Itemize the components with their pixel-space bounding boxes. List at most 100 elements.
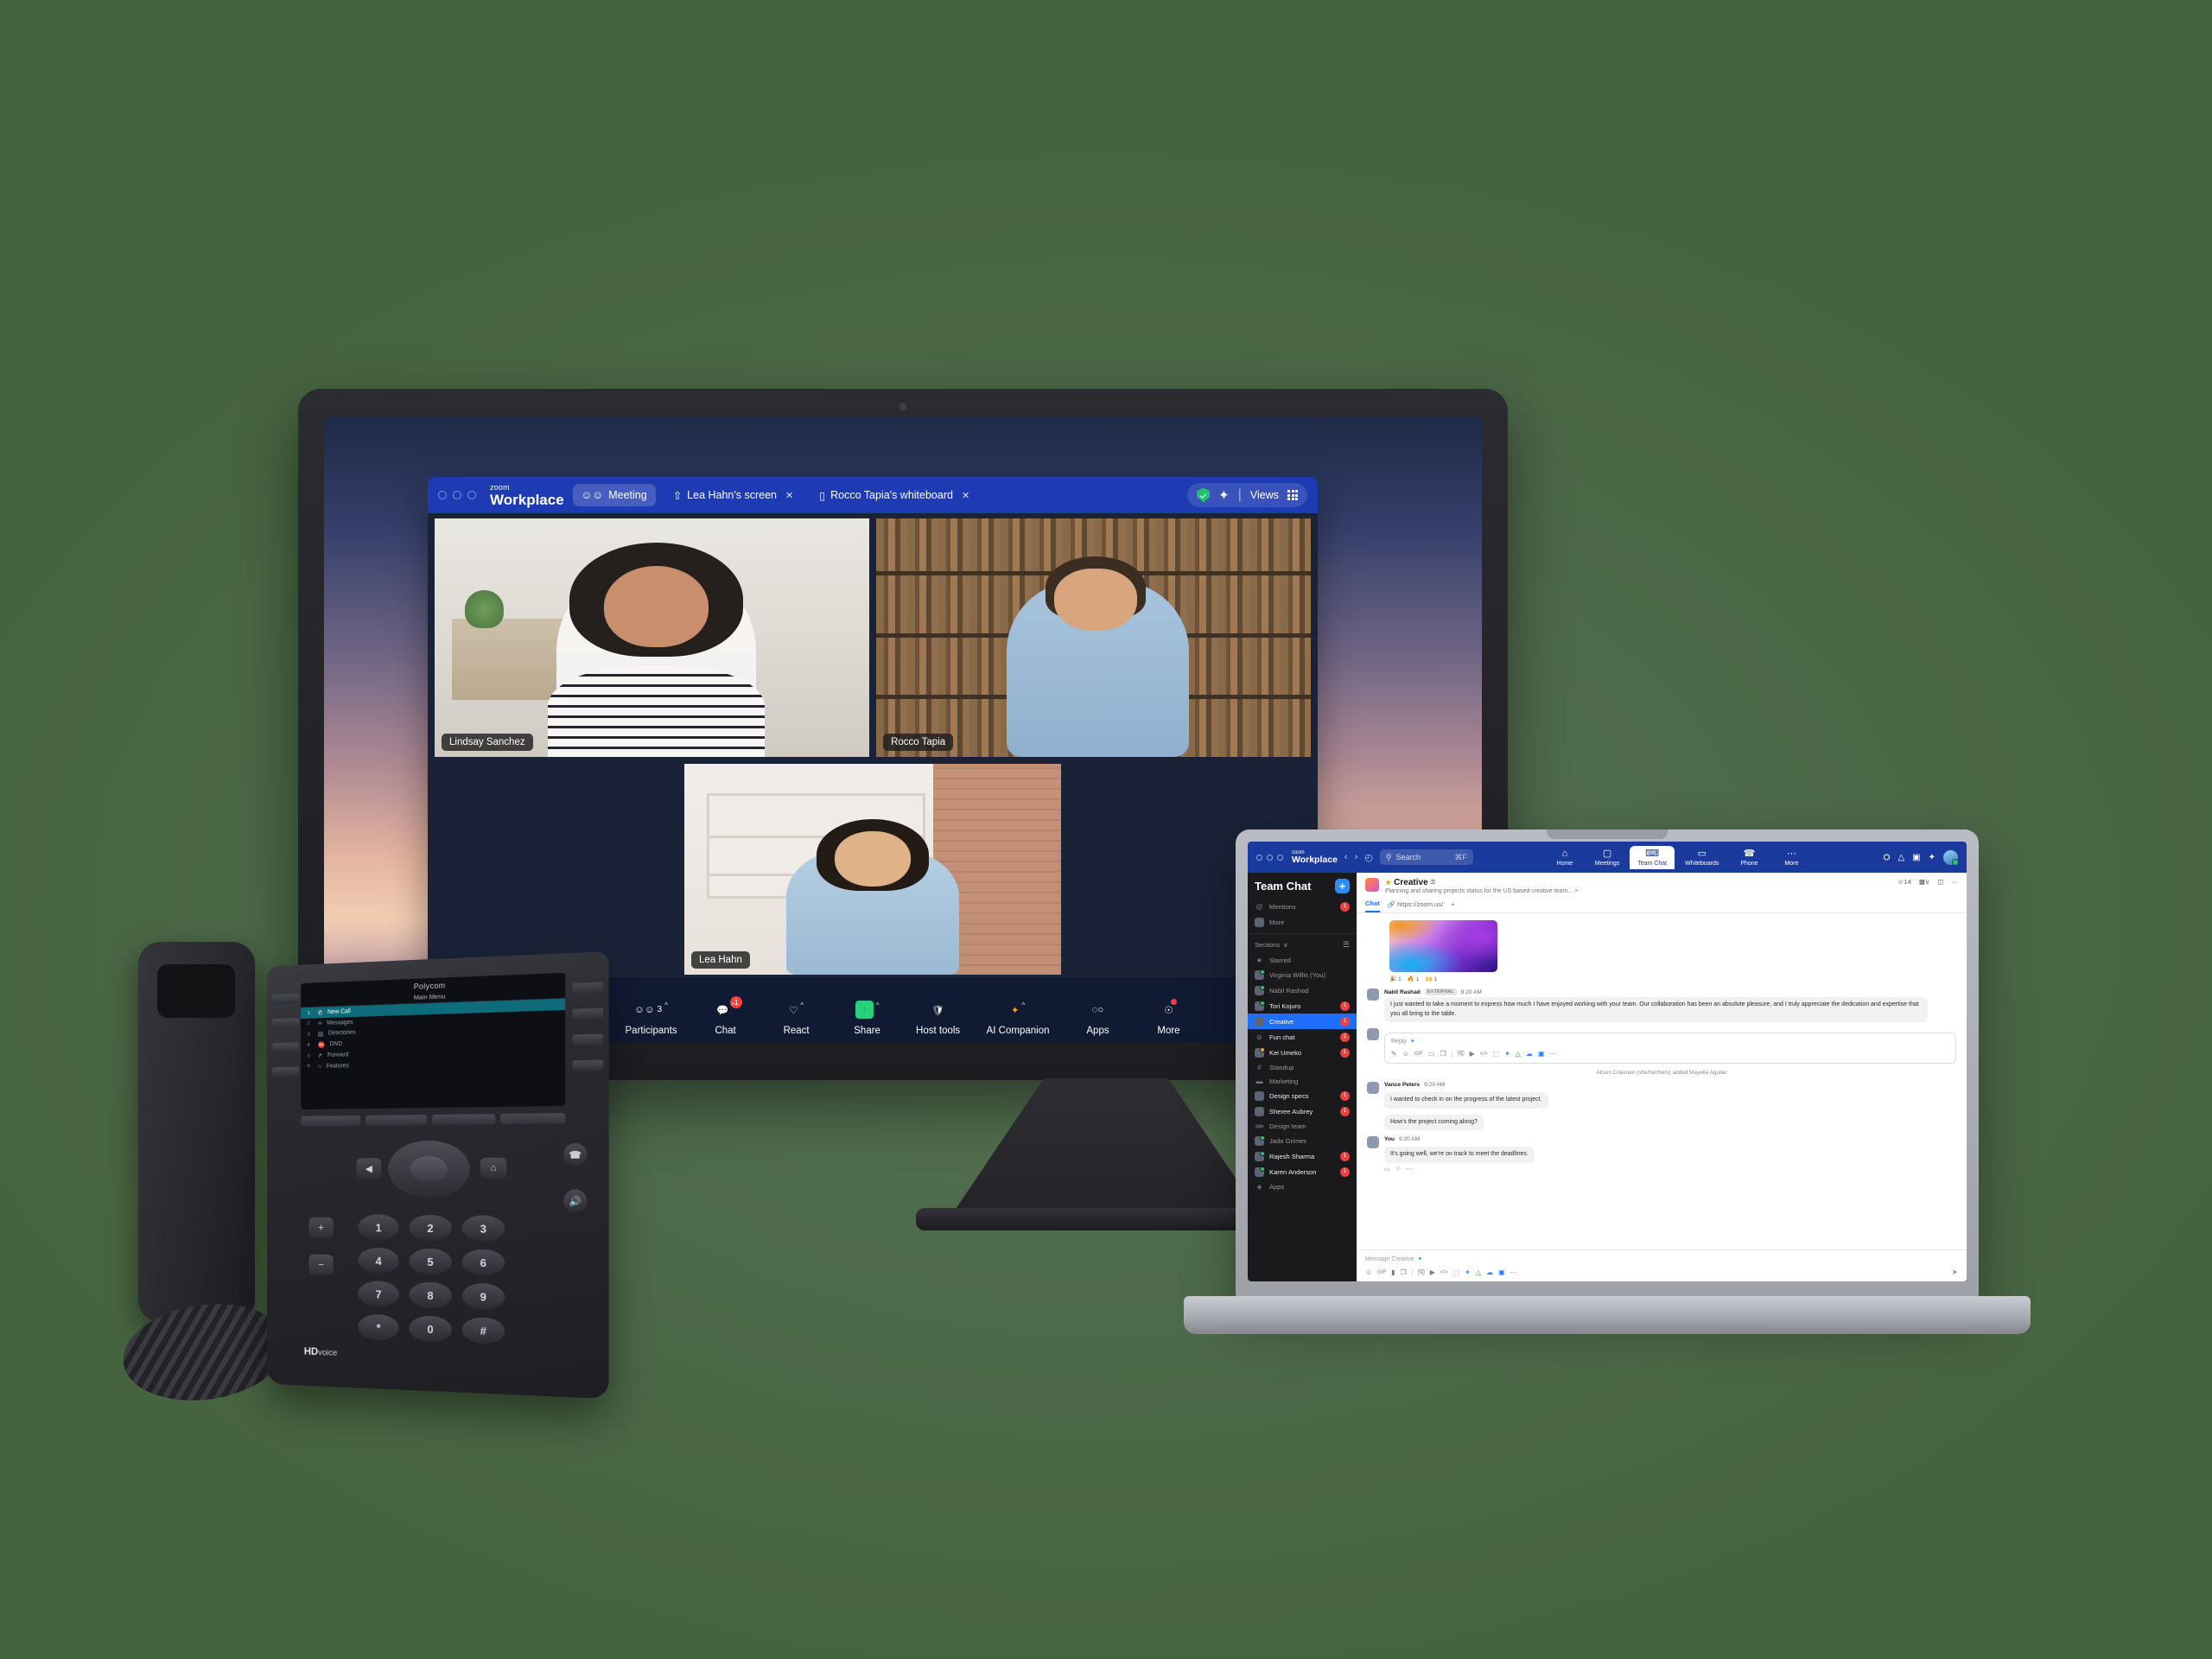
headset-button[interactable]: ☎ [563, 1142, 588, 1166]
key-5[interactable]: 5 [409, 1248, 452, 1275]
ai-sparkle-icon[interactable]: ✦ [1417, 1255, 1422, 1262]
chevron-up-icon[interactable]: ^ [876, 1001, 880, 1009]
speaker-button[interactable]: 🔊 [563, 1189, 588, 1213]
video-icon[interactable]: ▩∨ [1919, 878, 1930, 886]
gif-icon[interactable]: GIF [1377, 1270, 1386, 1275]
sidebar-item-jada-grimes[interactable]: Jada Grimes [1248, 1133, 1357, 1148]
key-2[interactable]: 2 [409, 1214, 452, 1242]
key-pound[interactable]: # [461, 1316, 505, 1344]
add-reaction-icon[interactable]: ☺ [1395, 1166, 1402, 1173]
channel-tab-chat[interactable]: Chat [1365, 899, 1380, 912]
nav-tab-whiteboards[interactable]: ▭ Whiteboards [1677, 846, 1726, 869]
chevron-up-icon[interactable]: ^ [800, 1001, 804, 1009]
sidebar-item-fun-chat[interactable]: ☺ Fun chat 1 [1248, 1029, 1357, 1045]
close-icon[interactable]: ✕ [962, 490, 969, 501]
emoji-icon[interactable]: ☺ [1402, 1050, 1409, 1058]
back-button[interactable]: ◀ [356, 1158, 382, 1179]
key-3[interactable]: 3 [461, 1215, 505, 1243]
home-button[interactable]: ⌂ [480, 1157, 507, 1179]
volume-down-button[interactable]: − [308, 1254, 334, 1275]
ai-companion-sparkle-icon[interactable]: ✦ [1218, 487, 1230, 503]
more-actions-icon[interactable]: ⋯ [1407, 1166, 1413, 1173]
sidebar-item-apps[interactable]: ◈ Apps [1248, 1179, 1357, 1193]
key-1[interactable]: 1 [358, 1214, 400, 1241]
chevron-up-icon[interactable]: ^ [1021, 1001, 1025, 1009]
sidebar-item-virginia-willis-you[interactable]: Virginia Willis (You) [1248, 967, 1357, 982]
history-clock-icon[interactable]: ◴ [1364, 852, 1373, 863]
window-traffic-lights[interactable] [1256, 854, 1283, 861]
box-icon[interactable]: ▣ [1498, 1268, 1505, 1276]
new-chat-button[interactable]: + [1335, 879, 1350, 893]
phone-line-keys-left[interactable] [271, 993, 300, 1077]
more-icon[interactable]: ⋯ [1510, 1268, 1517, 1276]
message-author[interactable]: Vance Peters [1384, 1082, 1420, 1088]
nav-tab-home[interactable]: ⌂ Home [1545, 846, 1585, 869]
phone-soft-keys[interactable] [301, 1113, 566, 1127]
avatar[interactable] [1942, 849, 1959, 866]
tab-rocco-whiteboard[interactable]: ▯ Rocco Tapia's whiteboard ✕ [810, 484, 978, 507]
views-button-label[interactable]: Views [1250, 489, 1279, 501]
code-icon[interactable]: </> [1440, 1270, 1448, 1275]
sidebar-item-creative[interactable]: Creative 1 [1248, 1014, 1357, 1029]
phone-handset[interactable] [138, 942, 255, 1322]
avatar[interactable] [1367, 988, 1379, 1001]
key-7[interactable]: 7 [358, 1281, 400, 1307]
calendar-icon[interactable]: ◫ [1937, 878, 1943, 886]
onedrive-icon[interactable]: ☁ [1486, 1268, 1493, 1276]
emoji-icon[interactable]: ☺ [1365, 1268, 1372, 1276]
nav-tab-team-chat[interactable]: ⌨ Team Chat [1630, 845, 1675, 869]
toolbar-share-button[interactable]: ↑ ^ Share [845, 1001, 890, 1036]
nav-select-button[interactable] [410, 1155, 448, 1183]
key-4[interactable]: 4 [358, 1247, 400, 1274]
key-6[interactable]: 6 [461, 1249, 505, 1276]
ai-icon[interactable]: ✦ [1465, 1268, 1471, 1276]
reaction-chip[interactable]: 🔥 1 [1408, 976, 1420, 983]
audio-icon[interactable]: ⒬ [1458, 1049, 1465, 1058]
screenshare-icon[interactable]: ⬚ [1492, 1050, 1499, 1058]
sidebar-item-starred[interactable]: ★ Starred [1248, 953, 1357, 967]
chevron-down-icon[interactable]: ∨ [1925, 878, 1930, 886]
sidebar-item-design-specs[interactable]: Design specs 1 [1248, 1088, 1357, 1103]
chevron-up-icon[interactable]: ^ [731, 1001, 734, 1009]
message-author[interactable]: Nabil Rashad [1384, 989, 1421, 995]
key-star[interactable]: * [358, 1313, 400, 1341]
sidebar-item-more[interactable]: More [1248, 914, 1357, 930]
google-drive-icon[interactable]: △ [1476, 1268, 1481, 1276]
star-icon[interactable]: ★ [1385, 879, 1391, 887]
side-panel-icon[interactable]: ▣ [1912, 853, 1920, 862]
send-icon[interactable]: ➤ [1951, 1268, 1958, 1277]
close-icon[interactable]: ✕ [785, 490, 793, 501]
chevron-down-icon[interactable]: ∨ [1283, 941, 1288, 949]
video-message-icon[interactable]: ▶ [1470, 1050, 1475, 1058]
audio-icon[interactable]: ⒬ [1418, 1268, 1425, 1277]
back-arrow-icon[interactable]: ‹ [1344, 852, 1348, 862]
toolbar-react-button[interactable]: ♡ ^ React [774, 1001, 819, 1036]
tab-meeting[interactable]: ☺☺ Meeting [572, 484, 656, 506]
sidebar-item-design-team[interactable]: ⋙ Design team [1248, 1119, 1357, 1133]
reply-thread-icon[interactable]: ▭ [1384, 1166, 1390, 1173]
toolbar-ai-companion-button[interactable]: ✦ ^ AI Companion [987, 1001, 1050, 1036]
nav-tab-meetings[interactable]: ▢ Meetings [1587, 846, 1627, 869]
participant-tile[interactable]: Rocco Tapia [876, 518, 1311, 758]
filter-icon[interactable]: ☰ [1343, 940, 1350, 950]
toolbar-host-tools-button[interactable]: 🛡 Host tools [916, 1001, 961, 1036]
search-input[interactable]: ⚲ Search ⌘F [1379, 849, 1473, 865]
onedrive-icon[interactable]: ☁ [1526, 1050, 1533, 1058]
channel-tab-link[interactable]: 🔗 https://zoom.us/ [1388, 900, 1443, 912]
nav-tab-more[interactable]: ⋯ More [1771, 846, 1811, 869]
ai-sparkle-icon[interactable]: ✦ [1410, 1038, 1415, 1045]
phone-line-keys-right[interactable] [572, 982, 604, 1071]
key-0[interactable]: 0 [409, 1315, 452, 1343]
channel-tab-add[interactable]: + [1451, 900, 1454, 912]
file-icon[interactable]: ▭ [1428, 1050, 1435, 1058]
toolbar-more-button[interactable]: ☉ More [1146, 998, 1191, 1036]
tab-lea-hahn-screen[interactable]: ⇧ Lea Hahn's screen ✕ [664, 484, 803, 507]
sidebar-item-sheree-aubrey[interactable]: Sheree Aubrey 1 [1248, 1103, 1357, 1119]
screenshot-icon[interactable]: ❐ [1401, 1268, 1407, 1276]
volume-up-button[interactable]: + [308, 1217, 334, 1238]
forward-arrow-icon[interactable]: › [1355, 852, 1358, 862]
sidebar-item-mentions[interactable]: @ Mentions 1 [1248, 899, 1357, 914]
notifications-bell-icon[interactable]: △ [1897, 853, 1904, 862]
channel-description[interactable]: Planning and sharing projects status for… [1385, 888, 1578, 894]
reaction-chip[interactable]: 🙌 1 [1425, 976, 1437, 983]
